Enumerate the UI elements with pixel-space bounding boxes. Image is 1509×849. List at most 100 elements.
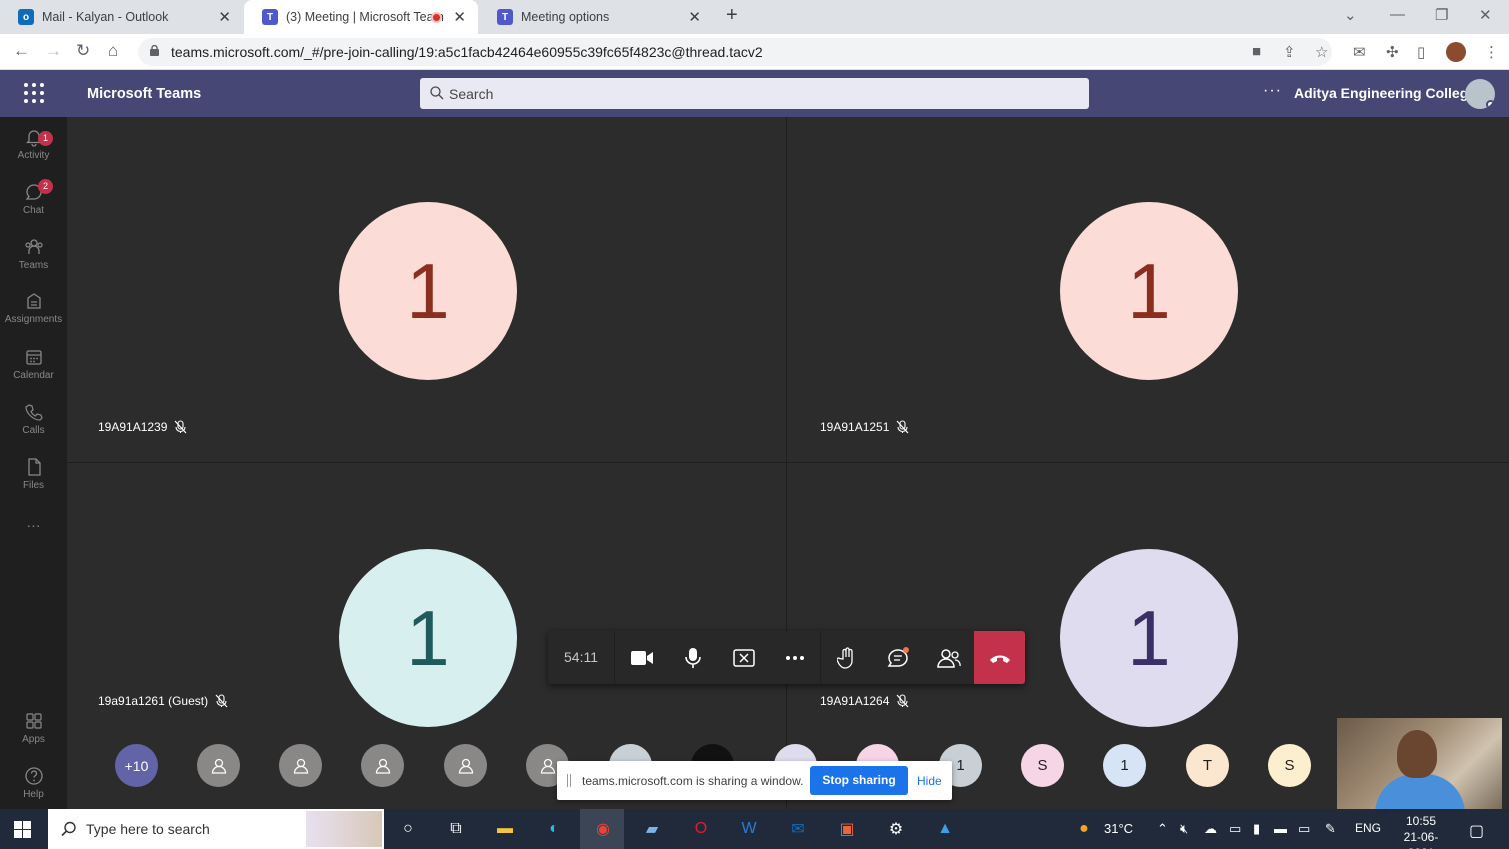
rail-item-apps[interactable]: Apps — [0, 711, 67, 745]
participant-avatar: 1 — [1060, 549, 1238, 727]
tab-outlook[interactable]: o Mail - Kalyan - Outlook ✕ — [0, 0, 243, 34]
more-participants-button[interactable]: +10 — [115, 744, 158, 787]
reload-icon[interactable]: ↻ — [76, 41, 90, 61]
home-icon[interactable]: ⌂ — [108, 41, 118, 61]
start-button[interactable] — [14, 821, 31, 838]
rail-item-calls[interactable]: Calls — [0, 402, 67, 436]
raise-hand-button[interactable] — [821, 631, 872, 684]
volume-muted-icon[interactable]: 🔇︎ — [1180, 821, 1188, 837]
extensions-icon[interactable]: ✣ — [1386, 43, 1399, 61]
pdf-app-icon[interactable]: ▣ — [833, 815, 861, 843]
call-timer: 54:11 — [548, 631, 615, 684]
search-input[interactable]: Search — [420, 78, 1089, 109]
forward-icon[interactable]: → — [45, 41, 62, 61]
roster-avatar[interactable]: S — [1268, 744, 1311, 787]
participants-button[interactable] — [923, 631, 974, 684]
weather-temperature[interactable]: 31°C — [1104, 821, 1133, 836]
participant-tile[interactable]: 1 19A91A1239 — [67, 117, 786, 462]
rail-label: Calendar — [13, 370, 54, 381]
edge-icon[interactable]: ◐ — [540, 815, 568, 843]
close-tab-icon[interactable]: ✕ — [688, 8, 701, 26]
rail-item-help[interactable]: Help — [0, 766, 67, 800]
roster-avatar[interactable]: S — [1021, 744, 1064, 787]
org-name[interactable]: Aditya Engineering College — [1294, 85, 1476, 101]
participant-name: 19A91A1251 — [820, 420, 890, 434]
outlook-app-icon[interactable]: ✉ — [784, 815, 812, 843]
app-rail: 1 Activity 2 Chat Teams Assignments Cale… — [0, 117, 67, 809]
rail-more-icon[interactable]: ··· — [0, 517, 67, 533]
laptop-app-icon[interactable]: ▰ — [638, 815, 666, 843]
more-options-icon[interactable]: ··· — [1263, 82, 1282, 100]
battery-icon[interactable]: ▬ — [1274, 821, 1287, 836]
tray-chevron-icon[interactable]: ⌃ — [1157, 821, 1168, 837]
roster-avatar[interactable]: T — [1186, 744, 1229, 787]
stop-share-button[interactable] — [718, 631, 769, 684]
close-tab-icon[interactable]: ✕ — [218, 8, 231, 26]
notifications-icon[interactable]: ▢ — [1469, 821, 1484, 841]
app-launcher-icon[interactable] — [24, 83, 44, 103]
teams-icon: T — [497, 9, 513, 25]
stop-sharing-button[interactable]: Stop sharing — [810, 766, 908, 795]
microphone-button[interactable] — [667, 631, 718, 684]
roster-avatar[interactable] — [197, 744, 240, 787]
more-actions-button[interactable] — [769, 631, 820, 684]
rail-item-activity[interactable]: 1 Activity — [0, 127, 67, 161]
opera-icon[interactable]: O — [687, 815, 715, 843]
rail-item-teams[interactable]: Teams — [0, 237, 67, 271]
profile-avatar[interactable] — [1446, 42, 1466, 62]
person-icon — [458, 758, 473, 774]
file-explorer-icon[interactable]: ▬ — [491, 815, 519, 843]
leave-call-button[interactable] — [974, 631, 1025, 684]
share-screen-icon — [732, 648, 755, 667]
rail-item-files[interactable]: Files — [0, 457, 67, 491]
pen-icon[interactable]: ✎ — [1325, 821, 1336, 837]
roster-avatar[interactable] — [361, 744, 404, 787]
tab-search-icon[interactable]: ⌄ — [1344, 6, 1357, 24]
roster-avatar[interactable] — [444, 744, 487, 787]
rail-item-assignments[interactable]: Assignments — [0, 291, 67, 325]
photos-icon[interactable]: ▲ — [931, 815, 959, 843]
network-icon[interactable]: ▭ — [1298, 821, 1310, 837]
onedrive-icon[interactable]: ☁ — [1204, 821, 1217, 837]
camera-in-use-icon[interactable]: ■ — [1252, 43, 1261, 60]
task-view-icon[interactable]: ⧉ — [442, 815, 470, 843]
side-panel-icon[interactable]: ▯ — [1417, 43, 1425, 61]
cortana-icon[interactable]: ○ — [394, 815, 422, 843]
close-tab-icon[interactable]: ✕ — [453, 8, 466, 26]
tab-meeting[interactable]: T (3) Meeting | Microsoft Team ✕ — [244, 0, 478, 34]
camera-button[interactable] — [616, 631, 667, 684]
bookmark-star-icon[interactable]: ☆ — [1315, 43, 1328, 61]
share-icon[interactable]: ⇪ — [1283, 43, 1296, 61]
minimize-icon[interactable]: — — [1390, 6, 1405, 23]
activity-badge: 1 — [38, 131, 53, 146]
rail-item-calendar[interactable]: Calendar — [0, 347, 67, 381]
drag-handle-icon[interactable] — [567, 774, 571, 787]
address-bar: ← → ↻ ⌂ teams.microsoft.com/_#/pre-join-… — [0, 34, 1509, 70]
menu-kebab-icon[interactable]: ⋮ — [1484, 43, 1499, 61]
word-icon[interactable]: W — [735, 815, 763, 843]
tab-meeting-options[interactable]: T Meeting options ✕ — [479, 0, 713, 34]
rail-item-chat[interactable]: 2 Chat — [0, 179, 67, 216]
url-bar[interactable]: teams.microsoft.com/_#/pre-join-calling/… — [138, 38, 1332, 66]
settings-gear-icon[interactable]: ⚙ — [882, 815, 910, 843]
chrome-icon[interactable]: ◉ — [589, 815, 617, 843]
new-tab-icon[interactable]: + — [726, 4, 738, 27]
chat-button[interactable] — [872, 631, 923, 684]
roster-avatar[interactable] — [279, 744, 322, 787]
back-icon[interactable]: ← — [13, 41, 30, 61]
taskbar-search-box[interactable]: Type here to search — [48, 809, 384, 849]
input-language[interactable]: ENG — [1355, 821, 1381, 835]
roster-avatar[interactable]: 1 — [1103, 744, 1146, 787]
close-window-icon[interactable]: ✕ — [1479, 6, 1492, 24]
hang-up-icon — [989, 655, 1010, 663]
hide-button[interactable]: Hide — [917, 774, 942, 788]
participant-tile[interactable]: 1 19A91A1251 — [787, 117, 1509, 462]
restore-icon[interactable]: ❐ — [1435, 6, 1448, 24]
people-icon — [936, 648, 961, 668]
gmail-extension-icon[interactable]: ✉ — [1353, 43, 1366, 61]
self-video-preview[interactable] — [1337, 718, 1502, 809]
mic-tray-icon[interactable]: ▮ — [1253, 821, 1260, 837]
meet-now-icon[interactable]: ▭ — [1229, 821, 1241, 837]
user-avatar[interactable] — [1465, 79, 1495, 109]
taskbar-clock[interactable]: 10:55 21-06-2021 — [1391, 813, 1451, 849]
